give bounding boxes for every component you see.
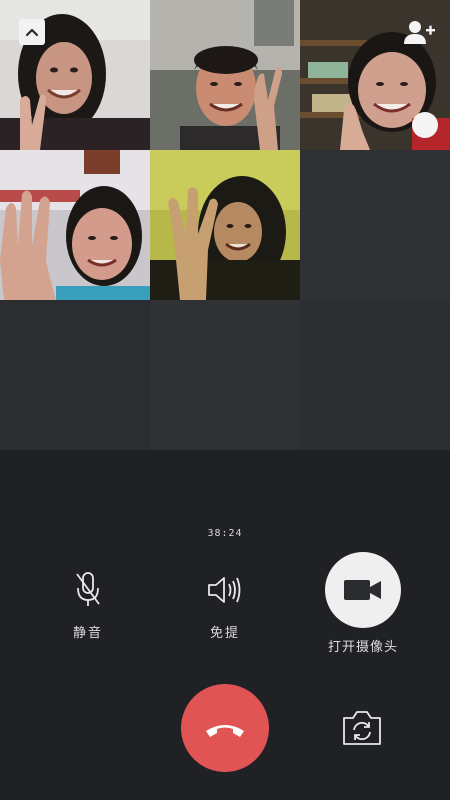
- speaker-button[interactable]: 免提: [195, 570, 255, 641]
- participant-5-image: [150, 150, 300, 300]
- participant-2-image: [150, 0, 300, 150]
- camera-button-circle[interactable]: [325, 552, 401, 628]
- empty-tile: [150, 300, 300, 450]
- mute-label: 静音: [72, 626, 103, 641]
- signal-icon: [412, 112, 438, 138]
- mute-button[interactable]: 静音: [58, 570, 118, 641]
- open-camera-button[interactable]: 打开摄像头: [318, 552, 408, 655]
- microphone-icon: [76, 572, 100, 606]
- video-grid: [0, 0, 450, 450]
- participant-2-video[interactable]: [150, 0, 300, 150]
- participant-4-video[interactable]: [0, 150, 150, 300]
- participant-5-video[interactable]: [150, 150, 300, 300]
- camera-label: 打开摄像头: [327, 640, 398, 655]
- add-person-icon[interactable]: [402, 19, 436, 45]
- empty-tile: [300, 150, 450, 300]
- hangup-button[interactable]: [181, 684, 269, 772]
- call-timer: 38:24: [207, 528, 243, 539]
- empty-tile: [300, 300, 450, 450]
- speaker-icon: [208, 577, 241, 603]
- participant-4-image: [0, 150, 150, 300]
- video-camera-icon: [344, 580, 381, 600]
- phone-hangup-icon: [206, 725, 244, 737]
- empty-tile: [0, 300, 150, 450]
- speaker-label: 免提: [209, 626, 240, 641]
- chevron-up-icon[interactable]: [19, 19, 45, 45]
- camera-flip-icon[interactable]: [340, 708, 384, 748]
